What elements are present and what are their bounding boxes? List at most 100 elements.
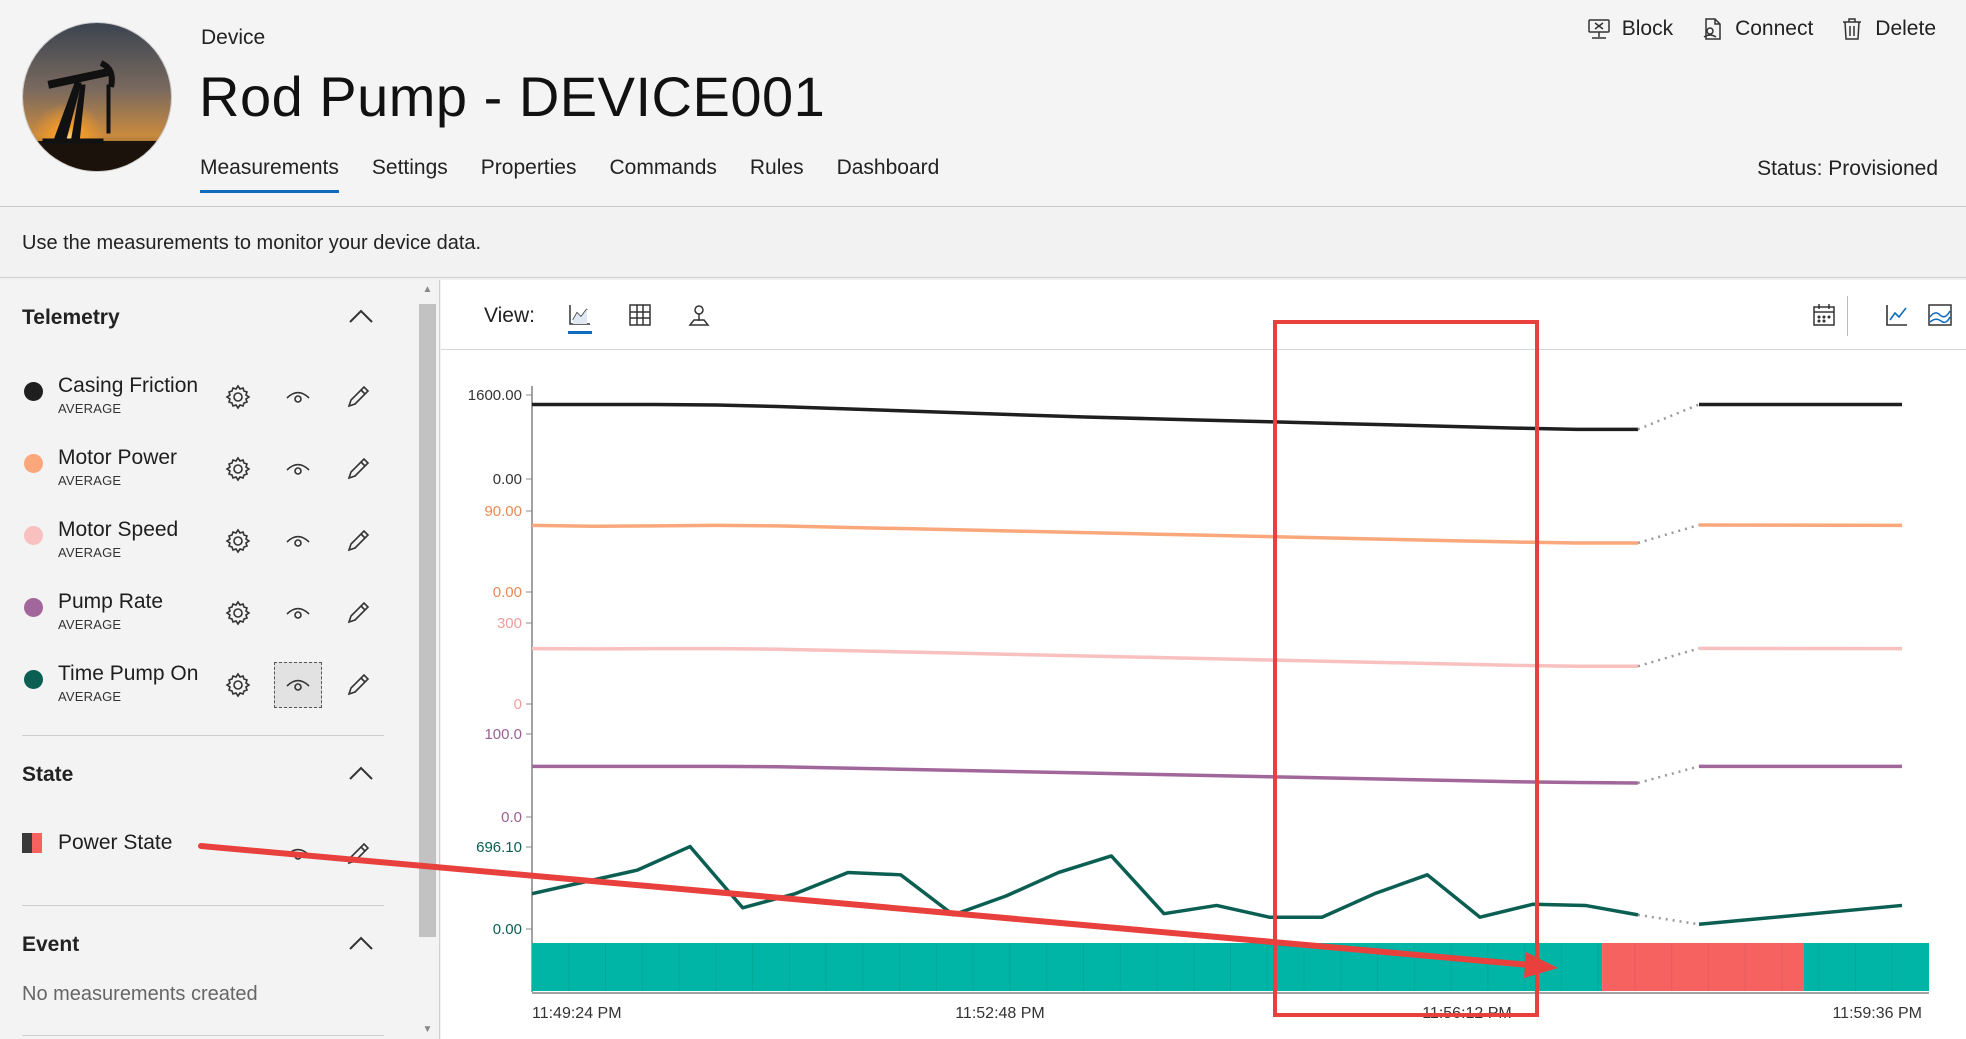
measurements-panel: Telemetry Casing Friction AVERAGE Motor Po… [0, 280, 440, 1039]
series-line-motor-speed [531, 646, 1638, 668]
tab-measurements[interactable]: Measurements [200, 156, 339, 193]
edit-button[interactable] [334, 446, 382, 492]
series-gap-dotted-line [1637, 647, 1700, 668]
aggregation-label: AVERAGE [58, 689, 122, 704]
settings-button[interactable] [214, 518, 262, 564]
state-section-title: State [22, 763, 74, 786]
tab-settings[interactable]: Settings [372, 156, 448, 193]
block-button-label: Block [1621, 17, 1674, 40]
device-header: Device Rod Pump - DEVICE001 Measurements… [0, 0, 1966, 207]
delete-button[interactable]: Delete [1839, 16, 1936, 42]
telemetry-collapse-chevron-up-icon[interactable] [346, 304, 376, 328]
y-tick-label-bottom: 0.0 [501, 809, 522, 826]
series-color-dot [24, 382, 43, 401]
telemetry-item-motor-speed[interactable]: Motor Speed AVERAGE [22, 518, 392, 566]
event-collapse-chevron-up-icon[interactable] [346, 931, 376, 955]
state-item-label: Power State [58, 831, 173, 854]
description-bar: Use the measurements to monitor your dev… [0, 208, 1966, 278]
telemetry-section-title: Telemetry [22, 306, 120, 329]
delete-button-label: Delete [1875, 17, 1936, 40]
pencil-icon [347, 842, 370, 865]
series-line-casing-friction [532, 402, 1638, 432]
visibility-button[interactable] [274, 662, 322, 708]
telemetry-item-label: Time Pump On [58, 662, 199, 685]
eye-icon [286, 848, 310, 860]
settings-button[interactable] [214, 446, 262, 492]
connect-button[interactable]: Connect [1699, 16, 1813, 42]
series-color-dot [24, 670, 43, 689]
x-tick-label: 11:52:48 PM [955, 1005, 1045, 1022]
block-button[interactable]: Block [1586, 16, 1673, 42]
telemetry-item-label: Motor Power [58, 446, 178, 469]
scroll-up-arrow-icon[interactable]: ▲ [419, 284, 436, 298]
state-collapse-chevron-up-icon[interactable] [346, 761, 376, 785]
tab-bar: Measurements Settings Properties Command… [200, 156, 972, 193]
series-line-resumed [1698, 903, 1903, 927]
aggregation-label: AVERAGE [58, 401, 122, 416]
telemetry-item-pump-rate[interactable]: Pump Rate AVERAGE [22, 590, 392, 638]
gear-icon [225, 456, 251, 482]
device-avatar [22, 22, 172, 172]
tab-properties[interactable]: Properties [481, 156, 577, 193]
aggregation-label: AVERAGE [58, 473, 122, 488]
tab-commands[interactable]: Commands [610, 156, 717, 193]
series-color-dot [24, 598, 43, 617]
telemetry-item-motor-power[interactable]: Motor Power AVERAGE [22, 446, 392, 494]
description-text: Use the measurements to monitor your dev… [22, 232, 482, 254]
visibility-button[interactable] [274, 590, 322, 636]
power-state-segment-on [1803, 943, 1929, 991]
visibility-button[interactable] [274, 518, 322, 564]
telemetry-item-casing-friction[interactable]: Casing Friction AVERAGE [22, 374, 392, 422]
edit-button[interactable] [334, 590, 382, 636]
aggregation-label: AVERAGE [58, 545, 122, 560]
section-divider [22, 735, 384, 736]
pencil-icon [347, 385, 370, 408]
edit-button[interactable] [334, 518, 382, 564]
settings-button[interactable] [214, 662, 262, 708]
y-tick-label-bottom: 0.00 [493, 584, 522, 601]
series-gap-dotted-line [1637, 403, 1700, 431]
gear-icon [225, 672, 251, 698]
x-tick-label: 11:59:36 PM [1832, 1005, 1922, 1022]
visibility-button[interactable] [274, 446, 322, 492]
edit-button[interactable] [334, 662, 382, 708]
power-state-segment-off [1602, 943, 1804, 991]
y-tick-label-top: 100.0 [484, 726, 522, 743]
eye-icon [286, 391, 310, 403]
block-icon [1587, 19, 1610, 39]
tab-dashboard[interactable]: Dashboard [837, 156, 940, 193]
state-swatch-icon [22, 833, 42, 853]
y-tick-label-top: 696.10 [476, 839, 522, 856]
y-tick-label-bottom: 0.00 [493, 921, 522, 938]
pencil-icon [347, 457, 370, 480]
tab-rules[interactable]: Rules [750, 156, 804, 193]
panel-scrollbar-thumb[interactable] [419, 304, 436, 937]
settings-button[interactable] [214, 374, 262, 420]
pump-jack-photo [23, 23, 171, 171]
state-item-power-state[interactable]: Power State [22, 831, 392, 879]
edit-button[interactable] [334, 374, 382, 420]
scroll-down-arrow-icon[interactable]: ▼ [419, 1024, 436, 1038]
connect-icon [1703, 18, 1721, 40]
visibility-button[interactable] [274, 374, 322, 420]
eye-icon [286, 679, 310, 691]
telemetry-item-time-pump-on[interactable]: Time Pump On AVERAGE [22, 662, 392, 710]
settings-button[interactable] [214, 590, 262, 636]
gear-icon [225, 600, 251, 626]
visibility-button[interactable] [274, 831, 322, 877]
eye-icon [286, 607, 310, 619]
series-color-dot [24, 454, 43, 473]
series-gap-dotted-line [1637, 913, 1700, 926]
series-gap-dotted-line [1637, 765, 1700, 785]
section-divider [22, 1035, 384, 1036]
event-empty-message: No measurements created [22, 983, 258, 1005]
telemetry-item-label: Casing Friction [58, 374, 199, 397]
y-tick-label-bottom: 0.00 [493, 471, 522, 488]
series-line-time-pump-on [531, 844, 1639, 919]
telemetry-chart[interactable]: 1600.00 0.00 90.00 0.00 300 0 100.0 0.0 696.10 0.… [441, 280, 1966, 1039]
aggregation-label: AVERAGE [58, 617, 122, 632]
section-divider [22, 905, 384, 906]
eye-icon [286, 463, 310, 475]
series-line-motor-power [531, 523, 1638, 545]
edit-button[interactable] [334, 831, 382, 877]
